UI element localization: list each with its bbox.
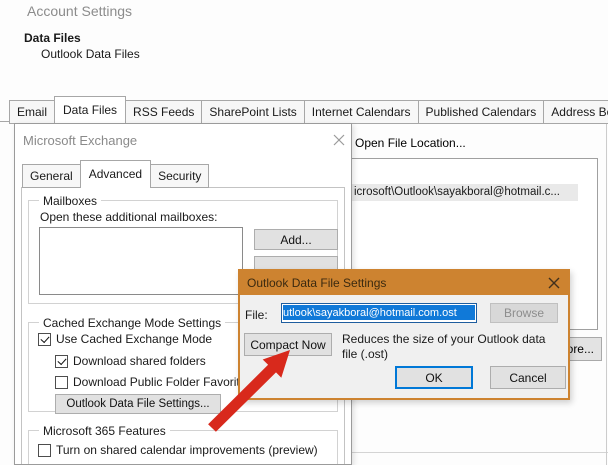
tab-general[interactable]: General <box>22 164 81 188</box>
close-icon[interactable] <box>547 276 561 290</box>
additional-mailboxes-label: Open these additional mailboxes: <box>40 210 218 224</box>
dialog-body: File: utlook\sayakboral@hotmail.com.ost … <box>240 295 568 398</box>
checkbox-checked-icon[interactable] <box>38 332 51 346</box>
dialog-titlebar[interactable]: Outlook Data File Settings <box>240 271 568 295</box>
checkbox-unchecked-icon[interactable] <box>38 443 51 457</box>
checkbox-label: Use Cached Exchange Mode <box>56 332 213 346</box>
add-mailbox-button[interactable]: Add... <box>254 229 338 250</box>
download-public-folder-row: Download Public Folder Favorit <box>55 375 240 389</box>
cached-exchange-mode-group-label: Cached Exchange Mode Settings <box>39 316 226 330</box>
open-file-location-button[interactable]: Open File Location... <box>355 136 466 150</box>
selected-text: utlook\sayakboral@hotmail.com.ost <box>283 305 475 320</box>
tab-sharepoint-lists[interactable]: SharePoint Lists <box>201 100 305 124</box>
outlook-data-file-settings-dialog: Outlook Data File Settings File: utlook\… <box>238 269 570 400</box>
use-cached-exchange-mode-row: Use Cached Exchange Mode <box>38 332 212 346</box>
account-settings-window: Account Settings Data Files Outlook Data… <box>0 0 608 465</box>
compact-description-line2: file (.ost) <box>342 347 389 361</box>
compact-description: Reduces the size of your Outlook data fi… <box>342 332 574 362</box>
outlook-data-file-settings-button[interactable]: Outlook Data File Settings... <box>55 394 221 414</box>
tab-published-calendars[interactable]: Published Calendars <box>417 100 545 124</box>
compact-now-button[interactable]: Compact Now <box>244 333 332 356</box>
exchange-dialog-tabs: General Advanced Security <box>22 160 210 188</box>
microsoft-365-group-label: Microsoft 365 Features <box>39 424 170 438</box>
page-subtitle: Outlook Data Files <box>41 47 140 61</box>
exchange-dialog-title: Microsoft Exchange <box>23 133 138 148</box>
checkbox-label: Turn on shared calendar improvements (pr… <box>56 443 318 457</box>
file-path-input[interactable]: utlook\sayakboral@hotmail.com.ost <box>281 303 477 323</box>
tab-email[interactable]: Email <box>9 100 56 124</box>
close-icon[interactable] <box>331 132 347 148</box>
data-file-row-selected[interactable]: icrosoft\Outlook\sayakboral@hotmail.c... <box>341 184 578 201</box>
checkbox-checked-icon[interactable] <box>55 354 68 368</box>
ok-button[interactable]: OK <box>395 366 473 389</box>
compact-description-line1: Reduces the size of your Outlook data <box>342 332 546 346</box>
dialog-title: Outlook Data File Settings <box>247 276 387 290</box>
window-bottom-divider <box>340 452 608 453</box>
account-settings-tabs: Email Data Files RSS Feeds SharePoint Li… <box>9 96 608 124</box>
window-right-edge <box>606 122 607 465</box>
tab-advanced[interactable]: Advanced <box>79 160 152 188</box>
checkbox-label: Download shared folders <box>73 354 206 368</box>
browse-button: Browse <box>490 303 558 323</box>
tab-internet-calendars[interactable]: Internet Calendars <box>303 100 419 124</box>
shared-calendar-improvements-row: Turn on shared calendar improvements (pr… <box>38 443 318 457</box>
tab-address-books[interactable]: Address Books <box>543 100 608 124</box>
checkbox-unchecked-icon[interactable] <box>55 375 68 389</box>
mailboxes-group-label: Mailboxes <box>39 194 102 208</box>
page-title: Data Files <box>24 31 81 45</box>
tab-rss-feeds[interactable]: RSS Feeds <box>125 100 203 124</box>
window-title: Account Settings <box>27 3 133 19</box>
file-label: File: <box>245 308 268 322</box>
download-shared-folders-row: Download shared folders <box>55 354 206 368</box>
cancel-button[interactable]: Cancel <box>490 366 566 389</box>
additional-mailboxes-listbox[interactable] <box>39 227 243 295</box>
tab-data-files[interactable]: Data Files <box>54 96 127 124</box>
tab-security[interactable]: Security <box>150 164 210 188</box>
checkbox-label: Download Public Folder Favorit <box>73 375 240 389</box>
